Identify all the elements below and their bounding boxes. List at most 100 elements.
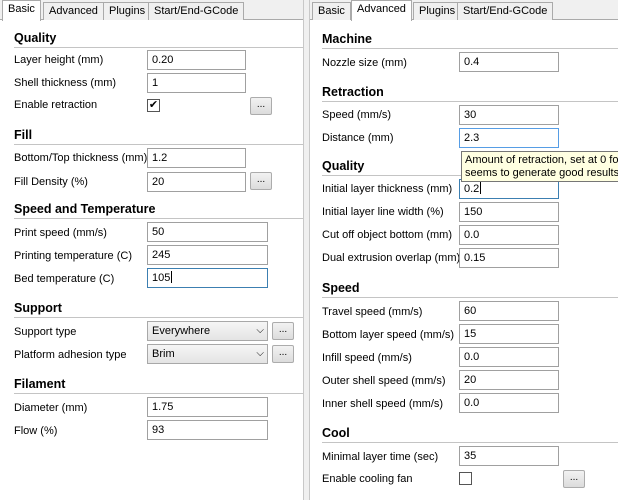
chevron-down-icon: ⌵ [256,325,264,336]
tab-basic[interactable]: Basic [2,0,41,21]
minimal-layer-time-label: Minimal layer time (sec) [322,451,439,463]
enable-retraction-checkbox[interactable]: ✔ [147,99,160,112]
initial-layer-thickness-input[interactable]: 0.2 [459,179,559,199]
tab-advanced[interactable]: Advanced [351,0,412,21]
adhesion-more-button[interactable]: ... [272,345,294,363]
initial-line-width-input[interactable]: 150 [459,202,559,222]
bottom-top-thickness-input[interactable]: 1.2 [147,148,246,168]
retraction-distance-tooltip: Amount of retraction, set at 0 fo seems … [461,151,618,182]
bottom-top-thickness-label: Bottom/Top thickness (mm) [14,152,148,164]
support-type-value: Everywhere [152,325,211,337]
fill-density-input[interactable]: 20 [147,172,246,192]
tab-start-end-gcode[interactable]: Start/End-GCode [457,2,554,20]
quality-section-title: Quality [322,159,365,173]
flow-label: Flow (%) [14,425,58,437]
dual-extrusion-overlap-input[interactable]: 0.15 [459,248,559,268]
diameter-input[interactable]: 1.75 [147,397,268,417]
bed-temperature-label: Bed temperature (C) [14,273,115,285]
cut-off-bottom-input[interactable]: 0.0 [459,225,559,245]
bottom-layer-speed-input[interactable]: 15 [459,324,559,344]
retraction-speed-label: Speed (mm/s) [322,109,392,121]
initial-layer-thickness-value: 0.2 [464,183,480,195]
section-divider [322,442,618,443]
quality-section-title: Quality [14,31,57,45]
section-divider [14,218,303,219]
right-settings-panel: Basic Advanced Plugins Start/End-GCode M… [310,0,618,500]
travel-speed-label: Travel speed (mm/s) [322,306,423,318]
cut-off-bottom-label: Cut off object bottom (mm) [322,229,453,241]
retraction-section-title: Retraction [322,85,384,99]
section-divider [322,101,618,102]
cooling-more-button[interactable]: ... [563,470,585,488]
right-tab-bar: Basic Advanced Plugins Start/End-GCode [310,0,618,21]
inner-shell-speed-label: Inner shell speed (mm/s) [322,398,444,410]
advanced-tab-content: Machine Nozzle size (mm) 0.4 Retraction … [310,20,618,500]
minimal-layer-time-input[interactable]: 35 [459,446,559,466]
tooltip-line: seems to generate good results. [465,167,618,179]
tab-plugins[interactable]: Plugins [413,2,462,20]
basic-tab-content: Quality Layer height (mm) 0.20 Shell thi… [0,20,303,500]
platform-adhesion-value: Brim [152,348,175,360]
left-tab-bar: Basic Advanced Plugins Start/End-GCode [0,0,303,21]
fill-density-label: Fill Density (%) [14,176,88,188]
nozzle-size-label: Nozzle size (mm) [322,57,407,69]
chevron-down-icon: ⌵ [256,348,264,359]
section-divider [14,144,303,145]
initial-layer-thickness-label: Initial layer thickness (mm) [322,183,453,195]
dual-extrusion-overlap-label: Dual extrusion overlap (mm) [322,252,461,264]
retraction-distance-input[interactable]: 2.3 [459,128,559,148]
bed-temperature-input[interactable]: 105 [147,268,268,288]
flow-input[interactable]: 93 [147,420,268,440]
inner-shell-speed-input[interactable]: 0.0 [459,393,559,413]
outer-shell-speed-label: Outer shell speed (mm/s) [322,375,446,387]
enable-cooling-fan-checkbox[interactable] [459,472,472,485]
support-more-button[interactable]: ... [272,322,294,340]
tab-advanced[interactable]: Advanced [43,2,104,20]
nozzle-size-input[interactable]: 0.4 [459,52,559,72]
left-settings-panel: Basic Advanced Plugins Start/End-GCode Q… [0,0,303,500]
section-divider [322,297,618,298]
tooltip-line: Amount of retraction, set at 0 fo [465,154,618,166]
section-divider [14,317,303,318]
bottom-layer-speed-label: Bottom layer speed (mm/s) [322,329,455,341]
cool-section-title: Cool [322,426,350,440]
text-caret [480,182,482,194]
text-caret [171,271,173,283]
pane-splitter[interactable] [303,0,310,500]
fill-more-button[interactable]: ... [250,172,272,190]
support-type-select[interactable]: Everywhere ⌵ [147,321,268,341]
enable-cooling-fan-label: Enable cooling fan [322,473,413,485]
printing-temperature-input[interactable]: 245 [147,245,268,265]
support-section-title: Support [14,301,62,315]
checkmark-icon: ✔ [148,99,159,111]
section-divider [322,175,461,176]
print-speed-label: Print speed (mm/s) [14,227,107,239]
section-divider [14,393,303,394]
tab-start-end-gcode[interactable]: Start/End-GCode [148,2,245,20]
shell-thickness-label: Shell thickness (mm) [14,77,117,89]
section-divider [14,47,303,48]
speed-section-title: Speed [322,281,360,295]
tab-plugins[interactable]: Plugins [103,2,152,20]
travel-speed-input[interactable]: 60 [459,301,559,321]
infill-speed-input[interactable]: 0.0 [459,347,559,367]
retraction-more-button[interactable]: ... [250,97,272,115]
retraction-distance-label: Distance (mm) [322,132,394,144]
initial-line-width-label: Initial layer line width (%) [322,206,444,218]
machine-section-title: Machine [322,32,373,46]
platform-adhesion-select[interactable]: Brim ⌵ [147,344,268,364]
outer-shell-speed-input[interactable]: 20 [459,370,559,390]
retraction-speed-input[interactable]: 30 [459,105,559,125]
enable-retraction-label: Enable retraction [14,99,98,111]
tab-basic[interactable]: Basic [312,2,351,20]
layer-height-label: Layer height (mm) [14,54,104,66]
printing-temperature-label: Printing temperature (C) [14,250,132,262]
filament-section-title: Filament [14,377,66,391]
print-speed-input[interactable]: 50 [147,222,268,242]
layer-height-input[interactable]: 0.20 [147,50,246,70]
shell-thickness-input[interactable]: 1 [147,73,246,93]
support-type-label: Support type [14,326,77,338]
section-divider [322,48,618,49]
diameter-label: Diameter (mm) [14,402,88,414]
speed-temperature-section-title: Speed and Temperature [14,202,156,216]
